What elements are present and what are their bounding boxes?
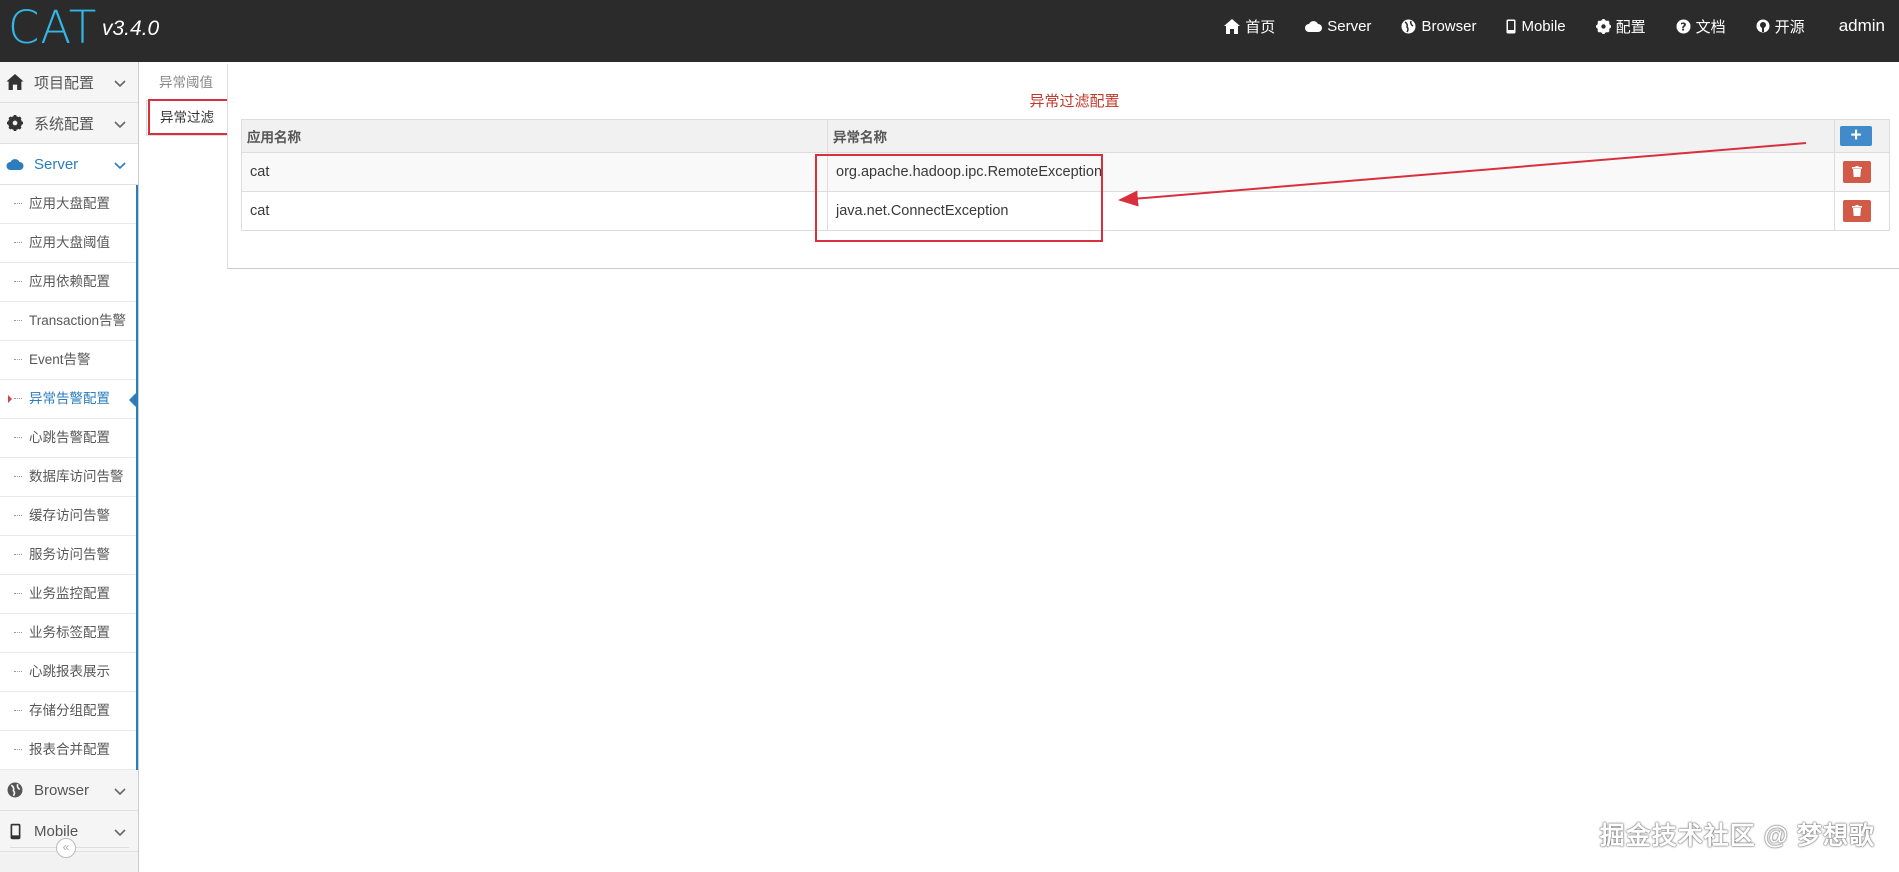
chevron-down-icon	[114, 157, 126, 174]
nav-links: 首页 Server Browser Mobile 配置 ? 文档 开源 admi…	[1194, 0, 1899, 52]
nav-config-label: 配置	[1615, 18, 1646, 36]
sidebar-item-exception-alert-config[interactable]: 异常告警配置	[0, 380, 138, 419]
sidebar-item-app-dashboard-config[interactable]: 应用大盘配置	[0, 185, 136, 224]
sidebar-item-business-tag-config[interactable]: 业务标签配置	[0, 614, 136, 653]
cell-app-name: cat	[241, 152, 828, 192]
cat-logo[interactable]: CAT	[8, 3, 97, 53]
sidebar-item-business-monitor-config[interactable]: 业务监控配置	[0, 575, 136, 614]
nav-docs-label: 文档	[1695, 18, 1726, 36]
github-icon	[1756, 19, 1770, 33]
nav-opensource-label: 开源	[1774, 18, 1805, 36]
annotation-highlight-cells	[815, 154, 1103, 242]
delete-filter-button[interactable]	[1843, 161, 1871, 183]
sidebar-item-heartbeat-alert-config[interactable]: 心跳告警配置	[0, 419, 136, 458]
chevron-down-icon	[114, 783, 126, 800]
mobile-icon	[1506, 19, 1516, 34]
sidebar-group-system-config[interactable]: 系统配置	[0, 103, 138, 144]
column-header-actions: +	[1834, 119, 1890, 153]
annotation-highlight-tab	[148, 99, 236, 135]
caret-right-icon	[8, 395, 12, 403]
top-navbar: CAT v3.4.0 首页 Server Browser Mobile 配置 ?…	[0, 0, 1899, 62]
trash-icon	[1852, 205, 1862, 216]
globe-icon	[1401, 19, 1416, 34]
watermark: 掘金技术社区 @ 梦想歌	[1599, 822, 1875, 850]
cloud-icon	[0, 158, 30, 170]
nav-browser-label: Browser	[1421, 17, 1477, 35]
cloud-icon	[1305, 20, 1323, 32]
chevron-down-icon	[114, 116, 126, 133]
cell-app-name: cat	[241, 191, 828, 231]
sidebar-group-server[interactable]: Server	[0, 144, 138, 185]
question-icon: ?	[1676, 19, 1691, 34]
sidebar-item-transaction-alert[interactable]: Transaction告警	[0, 302, 136, 341]
chevron-down-icon	[114, 75, 126, 92]
column-header-app: 应用名称	[241, 119, 828, 153]
delete-filter-button[interactable]	[1843, 200, 1871, 222]
trash-icon	[1852, 166, 1862, 177]
sidebar-item-label: 异常告警配置	[29, 391, 110, 406]
sidebar-group-label: Server	[34, 155, 79, 173]
tab-exception-threshold[interactable]: 异常阈值	[146, 66, 226, 100]
nav-mobile-label: Mobile	[1521, 17, 1566, 35]
nav-browser[interactable]: Browser	[1401, 18, 1476, 35]
panel-title: 异常过滤配置	[1029, 93, 1120, 110]
sidebar-group-label: 项目配置	[34, 74, 95, 92]
nav-server-label: Server	[1327, 17, 1372, 35]
sidebar-group-label: Browser	[34, 781, 90, 799]
collapse-sidebar-button[interactable]: «	[56, 838, 76, 858]
add-filter-button[interactable]: +	[1840, 126, 1872, 146]
sidebar-group-label: 系统配置	[34, 115, 95, 133]
sidebar-item-heartbeat-report[interactable]: 心跳报表展示	[0, 653, 136, 692]
sidebar-item-event-alert[interactable]: Event告警	[0, 341, 136, 380]
table-header-row: 应用名称 异常名称 +	[241, 119, 1890, 153]
column-header-exception: 异常名称	[827, 119, 1835, 153]
sidebar-group-browser[interactable]: Browser	[0, 770, 138, 811]
cell-actions	[1834, 152, 1890, 192]
sidebar-item-storage-group-config[interactable]: 存储分组配置	[0, 692, 136, 731]
home-icon	[1224, 18, 1241, 34]
version-label: v3.4.0	[102, 17, 160, 40]
server-submenu: 应用大盘配置 应用大盘阈值 应用依赖配置 Transaction告警 Event…	[0, 185, 138, 770]
globe-icon	[0, 782, 30, 798]
sidebar-item-database-access-alert[interactable]: 数据库访问告警	[0, 458, 136, 497]
nav-opensource[interactable]: 开源	[1756, 16, 1805, 37]
nav-docs[interactable]: ? 文档	[1676, 16, 1726, 37]
sidebar-item-app-dependency-config[interactable]: 应用依赖配置	[0, 263, 136, 302]
sidebar: 项目配置 系统配置 Server 应用大盘配置 应用大盘阈值 应用依赖配置 Tr…	[0, 62, 139, 872]
nav-home[interactable]: 首页	[1224, 16, 1275, 37]
nav-home-label: 首页	[1245, 18, 1276, 36]
nav-config[interactable]: 配置	[1595, 16, 1646, 37]
sidebar-item-report-merge-config[interactable]: 报表合并配置	[0, 731, 136, 770]
cell-actions	[1834, 191, 1890, 231]
sidebar-collapse-bar: «	[0, 832, 139, 862]
user-menu[interactable]: admin	[1839, 16, 1885, 36]
sidebar-item-cache-access-alert[interactable]: 缓存访问告警	[0, 497, 136, 536]
nav-server[interactable]: Server	[1305, 18, 1371, 35]
gear-icon	[0, 115, 30, 131]
sidebar-item-service-access-alert[interactable]: 服务访问告警	[0, 536, 136, 575]
gear-icon	[1595, 18, 1611, 34]
sidebar-item-app-dashboard-threshold[interactable]: 应用大盘阈值	[0, 224, 136, 263]
home-icon	[0, 74, 30, 90]
nav-mobile[interactable]: Mobile	[1506, 17, 1566, 35]
svg-text:?: ?	[1680, 20, 1686, 33]
sidebar-group-project-config[interactable]: 项目配置	[0, 62, 138, 103]
